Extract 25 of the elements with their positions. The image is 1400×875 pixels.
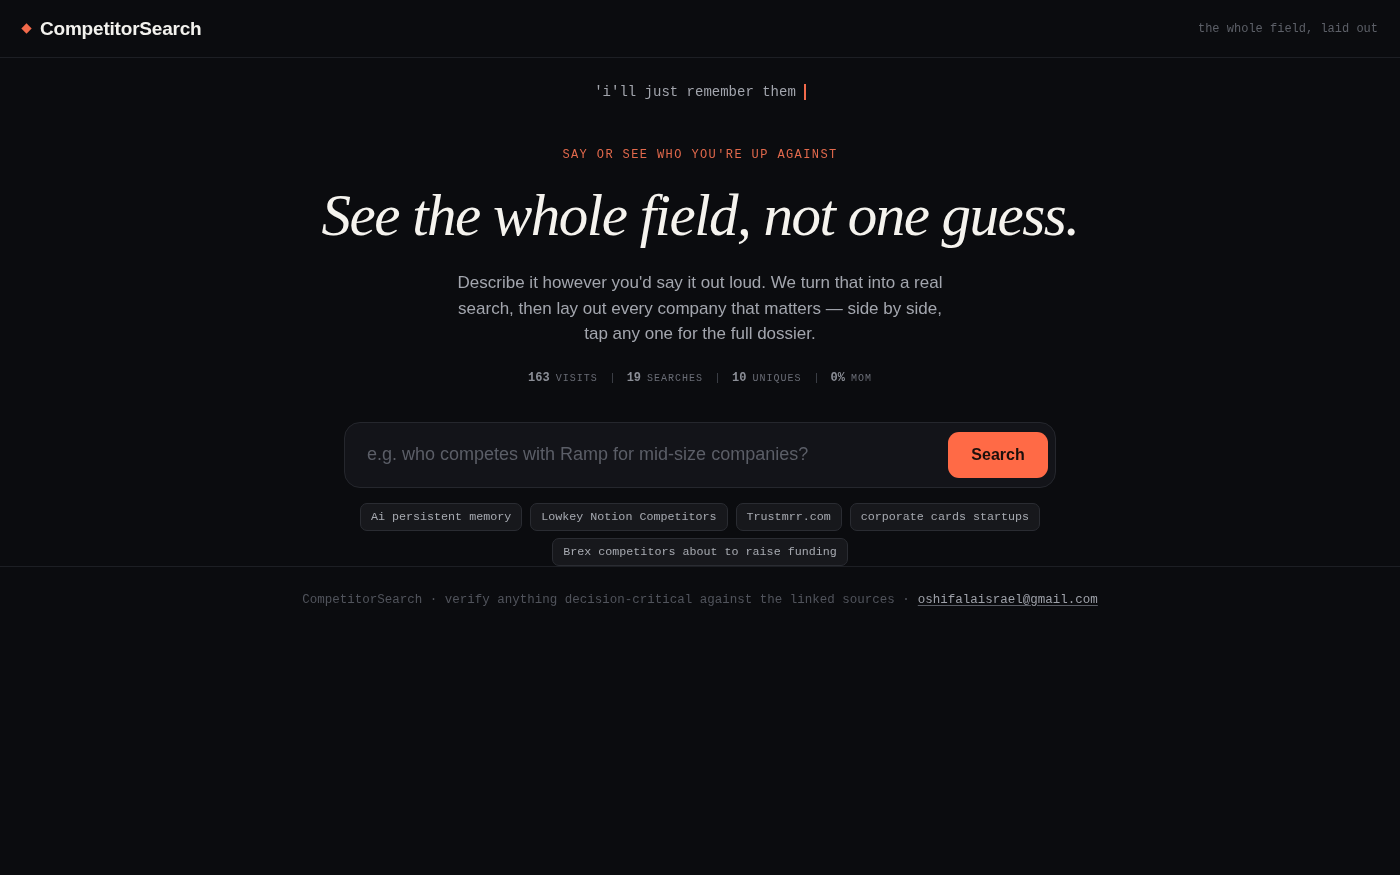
suggestion-chip[interactable]: corporate cards startups: [849, 502, 1041, 531]
header-tagline: the whole field, laid out: [1197, 21, 1378, 36]
stat-value: 163: [528, 370, 550, 385]
text-cursor-icon: [803, 84, 806, 100]
suggestion-chip[interactable]: Ai persistent memory: [359, 502, 523, 531]
diamond-logo-icon: [21, 23, 32, 34]
footer-note: CompetitorSearch · verify anything decision-critical against the linked sources ·: [302, 591, 910, 608]
suggestion-chip[interactable]: Lowkey Notion Competitors: [530, 502, 728, 531]
suggestion-chip[interactable]: Trustmrr.com: [735, 502, 842, 531]
stat-label: MOM: [850, 372, 872, 384]
eyebrow-label: SAY OR SEE WHO YOU'RE UP AGAINST: [562, 147, 838, 163]
search-button[interactable]: Search: [948, 431, 1048, 478]
stat-value: 0%: [830, 370, 845, 385]
headline: See the whole field, not one guess.: [321, 181, 1079, 250]
email-link[interactable]: oshifalaisrael@gmail.com: [917, 591, 1098, 608]
typed-line: 'i'll just remember them: [594, 84, 796, 100]
search-field[interactable]: e.g. who competes with Ramp for mid-size companies? Search: [344, 421, 1056, 488]
stat-label: UNIQUES: [752, 372, 802, 384]
stat-label: SEARCHES: [647, 372, 704, 384]
suggestion-chip[interactable]: Brex competitors about to raise funding: [552, 537, 848, 566]
description: Describe it however you'd say it out loud. We turn that into a real search, then lay out every company that matters — side by side, tap any one for the full dossier.: [456, 272, 944, 345]
stat-value: 19: [626, 370, 642, 385]
brand-name[interactable]: CompetitorSearch: [40, 17, 202, 40]
stat-value: 10: [732, 370, 747, 385]
stat-label: VISITS: [555, 372, 598, 384]
